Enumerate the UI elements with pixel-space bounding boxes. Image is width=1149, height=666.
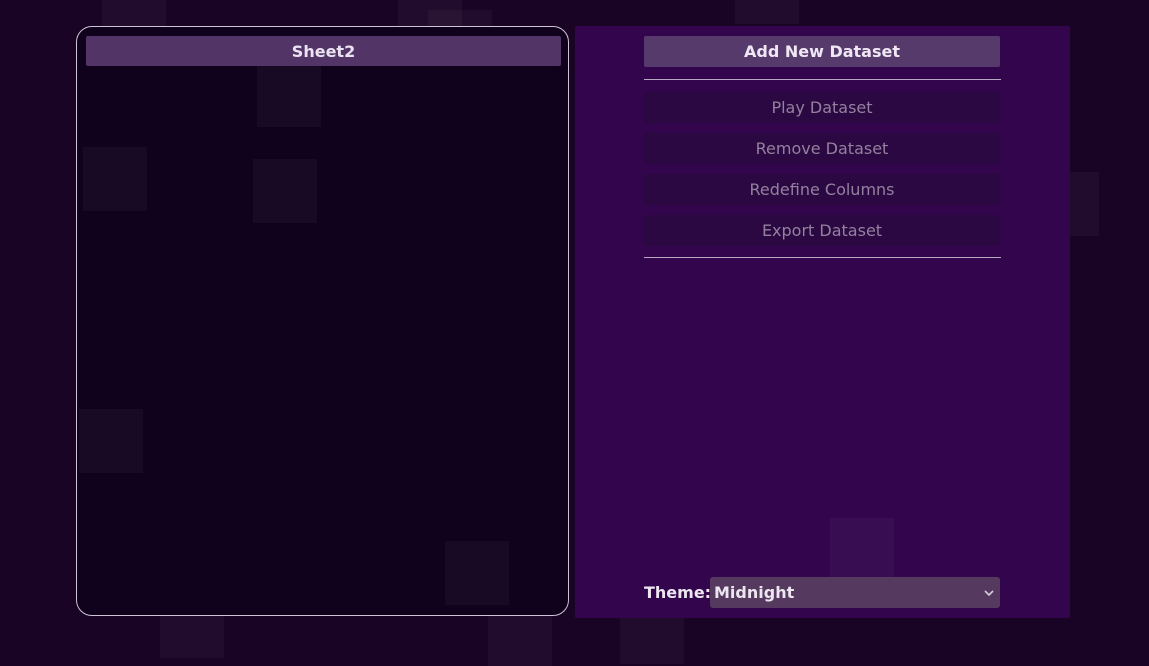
sheet-tab-sheet2[interactable]: Sheet2 [86, 36, 561, 66]
theme-label: Theme: [644, 583, 712, 602]
theme-row: Theme: Midnight [644, 577, 1000, 608]
background-tile [735, 0, 799, 24]
dataset-actions-panel: Add New Dataset Play Dataset Remove Data… [575, 26, 1070, 618]
background-tile [445, 541, 509, 605]
divider-bottom [644, 257, 1001, 258]
background-tile [253, 159, 317, 223]
sheet-panel: Sheet2 [76, 26, 569, 616]
background-tile [830, 518, 894, 582]
theme-select[interactable]: Midnight [710, 577, 1000, 608]
divider-top [644, 79, 1001, 80]
remove-dataset-button[interactable]: Remove Dataset [644, 133, 1000, 164]
background-tile [79, 409, 143, 473]
background-tile [257, 63, 321, 127]
background-tile [83, 147, 147, 211]
play-dataset-button[interactable]: Play Dataset [644, 92, 1000, 123]
redefine-columns-button[interactable]: Redefine Columns [644, 174, 1000, 205]
theme-selected-value: Midnight [714, 583, 795, 602]
add-new-dataset-button[interactable]: Add New Dataset [644, 36, 1000, 67]
chevron-down-icon [984, 588, 994, 598]
export-dataset-button[interactable]: Export Dataset [644, 215, 1000, 246]
